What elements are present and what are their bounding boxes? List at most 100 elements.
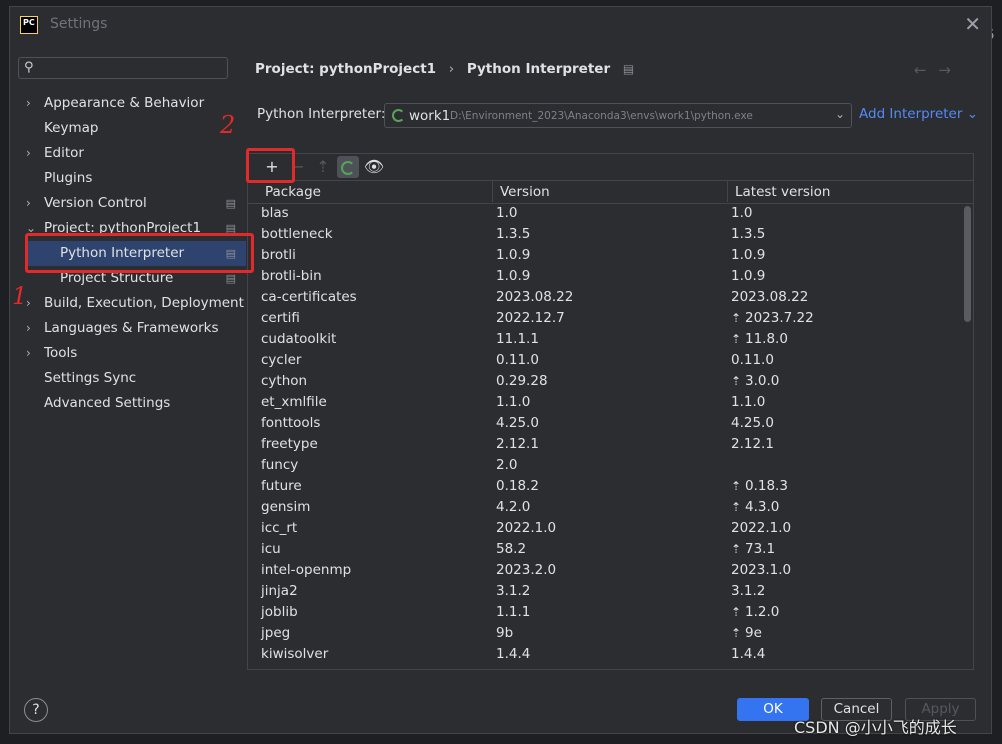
upgrade-arrow-icon: ⇡ xyxy=(731,374,742,388)
sidebar-item[interactable]: › Appearance & Behavior xyxy=(10,91,246,116)
table-row[interactable]: freetype 2.12.1 2.12.1 xyxy=(248,434,973,455)
upgrade-package-button[interactable]: ⇡ xyxy=(312,156,334,178)
table-row[interactable]: icu 58.2 ⇡ 73.1 xyxy=(248,539,973,560)
package-latest-version: 4.25.0 xyxy=(731,413,774,434)
package-latest-version: ⇡ 1.2.0 xyxy=(731,602,779,623)
search-icon: ⚲ xyxy=(24,60,34,75)
navigation-arrows: ←→ xyxy=(914,61,963,79)
chevron-right-icon[interactable]: › xyxy=(26,191,31,216)
search-input[interactable]: ⚲ xyxy=(18,57,228,79)
package-name: bottleneck xyxy=(261,226,333,242)
package-name: jpeg xyxy=(261,625,291,641)
latest-version-text: 1.0.9 xyxy=(731,247,766,263)
table-row[interactable]: blas 1.0 1.0 xyxy=(248,203,973,224)
table-row[interactable]: icc_rt 2022.1.0 2022.1.0 xyxy=(248,518,973,539)
sidebar-item[interactable]: › Languages & Frameworks xyxy=(10,316,246,341)
table-row[interactable]: certifi 2022.12.7 ⇡ 2023.7.22 xyxy=(248,308,973,329)
package-latest-version: 2022.1.0 xyxy=(731,518,791,539)
help-icon[interactable]: ? xyxy=(24,698,48,722)
package-version: 4.2.0 xyxy=(496,499,531,515)
col-package[interactable]: Package xyxy=(265,184,321,200)
table-scrollbar[interactable] xyxy=(964,206,971,322)
sidebar-item[interactable]: Keymap xyxy=(10,116,246,141)
sidebar-item-label: Keymap xyxy=(44,120,99,136)
annotation-number-2: 2 xyxy=(220,111,236,139)
sidebar-item[interactable]: Plugins xyxy=(10,166,246,191)
package-latest-version: ⇡ 11.8.0 xyxy=(731,329,788,350)
forward-arrow-icon[interactable]: → xyxy=(938,61,963,79)
package-latest-version: ⇡ 0.18.3 xyxy=(731,476,788,497)
table-row[interactable]: cudatoolkit 11.1.1 ⇡ 11.8.0 xyxy=(248,329,973,350)
table-row[interactable]: joblib 1.1.1 ⇡ 1.2.0 xyxy=(248,602,973,623)
sidebar-item-label: Plugins xyxy=(44,170,93,186)
package-latest-version: 1.0.9 xyxy=(731,266,765,287)
table-row[interactable]: cython 0.29.28 ⇡ 3.0.0 xyxy=(248,371,973,392)
upgrade-arrow-icon: ⇡ xyxy=(731,479,742,493)
show-early-releases-eye-icon[interactable]: 👁 xyxy=(363,156,385,178)
table-row[interactable]: jpeg 9b ⇡ 9e xyxy=(248,623,973,644)
sidebar-item[interactable]: › Build, Execution, Deployment xyxy=(10,291,246,316)
chevron-right-icon[interactable]: › xyxy=(26,316,31,341)
package-name: certifi xyxy=(261,310,300,326)
chevron-right-icon[interactable]: › xyxy=(26,91,31,116)
latest-version-text: 1.2.0 xyxy=(745,604,780,620)
upgrade-arrow-icon: ⇡ xyxy=(731,605,742,619)
package-name: blas xyxy=(261,205,289,221)
latest-version-text: 2022.1.0 xyxy=(731,520,792,536)
package-name: cudatoolkit xyxy=(261,331,337,347)
sidebar-item-label: Tools xyxy=(44,345,78,361)
close-icon[interactable]: ✕ xyxy=(964,14,981,34)
package-name: jinja2 xyxy=(261,583,298,599)
latest-version-text: 2.12.1 xyxy=(731,436,774,452)
back-arrow-icon[interactable]: ← xyxy=(914,61,939,79)
latest-version-text: 4.25.0 xyxy=(731,415,774,431)
add-interpreter-link[interactable]: Add Interpreter ⌄ xyxy=(859,106,978,122)
col-version[interactable]: Version xyxy=(500,184,550,200)
table-row[interactable]: jinja2 3.1.2 3.1.2 xyxy=(248,581,973,602)
project-scope-icon: ▤ xyxy=(622,62,635,76)
sidebar-item[interactable]: Advanced Settings xyxy=(10,391,246,416)
package-latest-version: 3.1.2 xyxy=(731,581,765,602)
package-version: 1.0.9 xyxy=(496,247,531,263)
sidebar-item[interactable]: › Version Control ▤ xyxy=(10,191,246,216)
table-row[interactable]: gensim 4.2.0 ⇡ 4.3.0 xyxy=(248,497,973,518)
table-row[interactable]: cycler 0.11.0 0.11.0 xyxy=(248,350,973,371)
col-latest-version[interactable]: Latest version xyxy=(735,184,830,200)
sidebar-item[interactable]: Settings Sync xyxy=(10,366,246,391)
add-interpreter-label: Add Interpreter xyxy=(859,106,963,122)
interpreter-select[interactable]: work1 D:\Environment_2023\Anaconda3\envs… xyxy=(384,103,852,128)
watermark: CSDN @小小飞的成长 xyxy=(794,718,957,737)
latest-version-text: 1.3.5 xyxy=(731,226,766,242)
sidebar-item-label: Appearance & Behavior xyxy=(44,95,205,111)
table-row[interactable]: funcy 2.0 xyxy=(248,455,973,476)
upgrade-arrow-icon: ⇡ xyxy=(731,500,742,514)
package-name: ca-certificates xyxy=(261,289,357,305)
package-latest-version: 2.12.1 xyxy=(731,434,774,455)
table-row[interactable]: kiwisolver 1.4.4 1.4.4 xyxy=(248,644,973,665)
column-divider xyxy=(727,180,728,202)
latest-version-text: 2023.7.22 xyxy=(745,310,814,326)
package-version: 1.1.0 xyxy=(496,394,531,410)
table-row[interactable]: future 0.18.2 ⇡ 0.18.3 xyxy=(248,476,973,497)
upgrade-arrow-icon: ⇡ xyxy=(731,626,742,640)
package-version: 0.29.28 xyxy=(496,373,548,389)
table-row[interactable]: ca-certificates 2023.08.22 2023.08.22 xyxy=(248,287,973,308)
table-row[interactable]: bottleneck 1.3.5 1.3.5 xyxy=(248,224,973,245)
table-row[interactable]: brotli 1.0.9 1.0.9 xyxy=(248,245,973,266)
sidebar-item[interactable]: › Editor xyxy=(10,141,246,166)
package-name: fonttools xyxy=(261,415,321,431)
package-name: et_xmlfile xyxy=(261,394,327,410)
chevron-right-icon[interactable]: › xyxy=(26,341,31,366)
table-row[interactable]: et_xmlfile 1.1.0 1.1.0 xyxy=(248,392,973,413)
refresh-status-button[interactable] xyxy=(337,156,359,178)
sidebar-item[interactable]: › Tools xyxy=(10,341,246,366)
annotation-box-python-interpreter xyxy=(25,233,254,273)
annotation-box-add xyxy=(246,148,295,183)
table-row[interactable]: intel-openmp 2023.2.0 2023.1.0 xyxy=(248,560,973,581)
table-row[interactable]: fonttools 4.25.0 4.25.0 xyxy=(248,413,973,434)
package-latest-version: ⇡ 2023.7.22 xyxy=(731,308,814,329)
package-name: cycler xyxy=(261,352,302,368)
chevron-right-icon[interactable]: › xyxy=(26,141,31,166)
table-row[interactable]: brotli-bin 1.0.9 1.0.9 xyxy=(248,266,973,287)
breadcrumb-project[interactable]: Project: pythonProject1 xyxy=(255,61,436,77)
